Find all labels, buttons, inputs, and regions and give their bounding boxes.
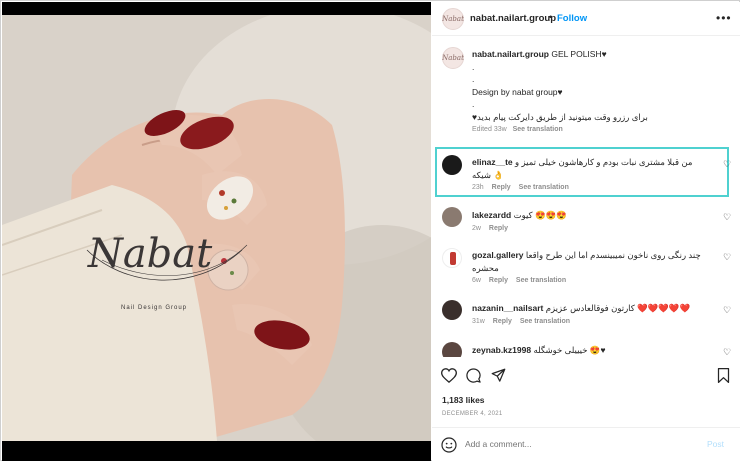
comment-meta: 23h Reply See translation	[472, 184, 712, 191]
caption-time: 33w	[493, 126, 507, 133]
comment-meta: 6w Reply See translation	[472, 277, 712, 284]
post-date: DECEMBER 4, 2021	[442, 411, 503, 417]
reply-button[interactable]: Reply	[489, 277, 508, 284]
add-comment-input[interactable]	[465, 439, 695, 449]
caption-username[interactable]: nabat.nailart.group	[472, 49, 549, 59]
caption-body: nabat.nailart.group GEL POLISH♥ . . Desi…	[472, 48, 712, 133]
comment-meta: 2w Reply	[472, 225, 712, 232]
commenter-avatar[interactable]	[442, 155, 462, 175]
comment-like-heart-icon[interactable]: ♡	[723, 252, 731, 263]
bottle-icon	[450, 252, 456, 265]
comment-time: 2w	[472, 224, 481, 232]
see-translation-button[interactable]: See translation	[520, 318, 570, 325]
caption-line-2: .	[472, 61, 475, 72]
follow-button[interactable]: Follow	[557, 13, 587, 24]
author-username[interactable]: nabat.nailart.group	[470, 13, 556, 24]
comment-body: zeynab.kz1998 خیییلی خوشگله 😍♥	[472, 344, 712, 357]
post-header: Nabat nabat.nailart.group • Follow •••	[432, 2, 740, 36]
comment-username[interactable]: elinaz__te	[472, 157, 513, 167]
comment-username[interactable]: gozal.gallery	[472, 250, 524, 260]
comment-time: 23h	[472, 184, 484, 191]
author-avatar[interactable]: Nabat	[442, 8, 464, 30]
comment-body: lakezardd کیوت 😍😍😍 2w Reply	[472, 209, 712, 232]
reply-button[interactable]: Reply	[489, 225, 508, 232]
caption-see-translation[interactable]: See translation	[513, 126, 563, 133]
reply-button[interactable]: Reply	[492, 184, 511, 191]
nail-photo-illustration	[2, 15, 431, 441]
reply-button[interactable]: Reply	[493, 318, 512, 325]
watermark-subtitle: Nail Design Group	[120, 305, 188, 311]
comment-time: 6w	[472, 277, 481, 284]
commenter-avatar[interactable]	[442, 207, 462, 227]
post-dialog: Nabat Nail Design Group Nabat nabat.nail…	[0, 0, 740, 461]
smiley-icon[interactable]	[441, 437, 457, 453]
post-photo[interactable]: Nabat Nail Design Group	[2, 15, 431, 441]
comment-username[interactable]: lakezardd	[472, 210, 511, 220]
separator-dot: •	[549, 12, 553, 23]
caption-meta: Edited 33w See translation	[472, 126, 712, 133]
post-media: Nabat Nail Design Group	[2, 2, 431, 461]
comment-text: خیییلی خوشگله 😍♥	[533, 345, 606, 355]
comment-like-heart-icon[interactable]: ♡	[723, 159, 731, 170]
comment-text: کیوت 😍😍😍	[513, 210, 567, 220]
commenter-avatar[interactable]	[442, 342, 462, 357]
post-button[interactable]: Post	[707, 439, 724, 449]
post-side-panel: Nabat nabat.nailart.group • Follow ••• N…	[432, 2, 740, 461]
see-translation-button[interactable]: See translation	[516, 277, 566, 284]
comment-icon[interactable]	[466, 368, 481, 383]
comments-list[interactable]: Nabat nabat.nailart.group GEL POLISH♥ . …	[432, 37, 740, 357]
caption-avatar-text: Nabat	[442, 54, 464, 62]
add-comment-bar: Post	[432, 427, 740, 461]
caption-avatar[interactable]: Nabat	[442, 47, 464, 69]
caption-line-3: .	[472, 74, 475, 84]
comment-body: nazanin__nailsart کارتون فوقالعادس عزیزم…	[472, 302, 712, 325]
caption-line-1: GEL POLISH♥	[551, 49, 607, 59]
caption-line-5: .	[472, 99, 475, 109]
caption-line-6: برای رزرو وقت میتونید از طریق دایرکت پیا…	[472, 111, 648, 122]
comment-like-heart-icon[interactable]: ♡	[723, 347, 731, 357]
paper-plane-icon[interactable]	[491, 368, 506, 383]
likes-count[interactable]: 1,183 likes	[442, 395, 485, 405]
caption-line-4: Design by nabat group♥	[472, 86, 563, 97]
comment-body: gozal.gallery چند رنگی روی ناخون نمیبینس…	[472, 249, 712, 284]
caption-edited: Edited	[472, 126, 492, 133]
action-bar	[432, 362, 740, 392]
comment-meta: 31w Reply See translation	[472, 318, 712, 325]
comment-username[interactable]: nazanin__nailsart	[472, 303, 543, 313]
bookmark-icon[interactable]	[717, 368, 730, 383]
comment-username[interactable]: zeynab.kz1998	[472, 345, 531, 355]
comment-like-heart-icon[interactable]: ♡	[723, 212, 731, 223]
see-translation-button[interactable]: See translation	[519, 184, 569, 191]
commenter-avatar[interactable]	[442, 248, 462, 268]
watermark-logo: Nabat	[87, 231, 213, 277]
comment-body: elinaz__te من قبلا مشتری نبات بودم و کار…	[472, 156, 712, 191]
comment-like-heart-icon[interactable]: ♡	[723, 305, 731, 316]
comment-text: کارتون فوقالعادس عزیزم ❤️❤️❤️❤️❤️	[545, 303, 691, 313]
commenter-avatar[interactable]	[442, 300, 462, 320]
more-dots-icon[interactable]: •••	[716, 11, 732, 25]
heart-outline-icon[interactable]	[441, 368, 457, 383]
comment-time: 31w	[472, 317, 485, 325]
